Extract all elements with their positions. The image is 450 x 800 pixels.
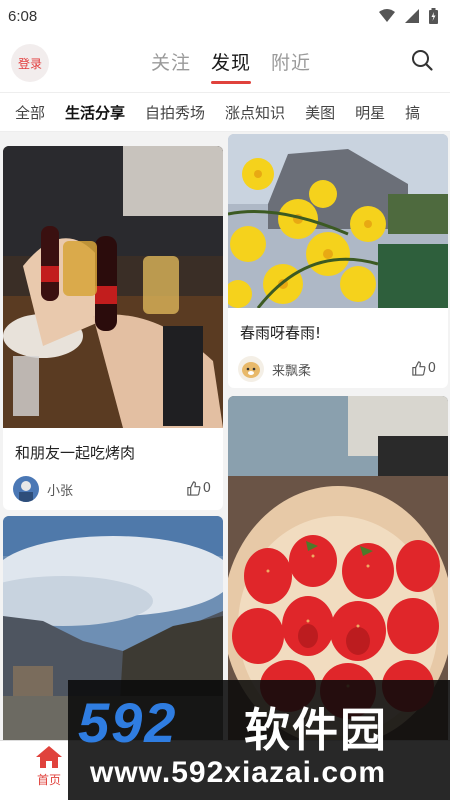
post-author[interactable]: 来飘柔 — [238, 356, 311, 382]
category-pictures[interactable]: 美图 — [305, 102, 335, 123]
post-title: 和朋友一起吃烤肉 — [15, 444, 136, 462]
search-icon[interactable] — [410, 48, 434, 72]
post-title: 春雨呀春雨! — [240, 324, 322, 342]
app-screen: 6:08 登录 关注 发现 附近 全部 生活分享 自拍秀场 涨点知识 美图 明星… — [0, 0, 450, 800]
battery-icon — [429, 8, 438, 24]
status-icons — [379, 8, 438, 24]
category-funny[interactable]: 搞 — [405, 102, 420, 123]
like-button[interactable]: 0 — [411, 361, 436, 376]
nav-home-label: 首页 — [36, 773, 61, 787]
top-tabs: 关注 发现 附近 — [0, 48, 450, 84]
post-card[interactable]: 和朋友一起吃烤肉 小张 0 — [3, 146, 223, 510]
avatar — [13, 476, 39, 502]
bbq-drinks-photo — [3, 146, 223, 428]
post-card[interactable]: 春雨呀春雨! 来飘柔 0 — [228, 134, 448, 388]
status-time: 6:08 — [8, 7, 38, 25]
like-count: 0 — [427, 361, 436, 376]
watermark-brand: 软件园 — [244, 703, 388, 757]
tab-nearby[interactable]: 附近 — [271, 48, 311, 78]
yellow-flowers-photo — [228, 134, 448, 308]
author-name: 小张 — [47, 483, 74, 499]
category-selfie[interactable]: 自拍秀场 — [145, 102, 205, 123]
watermark-url: www.592xiazai.com — [90, 756, 387, 789]
category-stars[interactable]: 明星 — [355, 102, 385, 123]
status-bar: 6:08 — [0, 0, 450, 32]
category-bar: 全部 生活分享 自拍秀场 涨点知识 美图 明星 搞 — [0, 92, 450, 132]
avatar — [238, 356, 264, 382]
like-count: 0 — [202, 481, 211, 496]
tab-follow[interactable]: 关注 — [151, 48, 191, 78]
author-name: 来飘柔 — [272, 363, 312, 379]
header: 登录 关注 发现 附近 — [0, 38, 450, 86]
home-icon — [36, 746, 62, 768]
watermark-logo: 592 — [78, 691, 178, 754]
tab-discover[interactable]: 发现 — [210, 48, 252, 84]
like-button[interactable]: 0 — [186, 481, 211, 496]
post-author[interactable]: 小张 — [13, 476, 73, 502]
category-all[interactable]: 全部 — [15, 102, 45, 123]
category-knowledge[interactable]: 涨点知识 — [225, 102, 285, 123]
watermark: 592 软件园 www.592xiazai.com — [68, 680, 450, 800]
signal-icon — [405, 9, 419, 23]
wifi-icon — [379, 9, 395, 22]
thumbs-up-icon — [187, 481, 201, 496]
category-life-share[interactable]: 生活分享 — [65, 102, 125, 123]
thumbs-up-icon — [412, 361, 426, 376]
